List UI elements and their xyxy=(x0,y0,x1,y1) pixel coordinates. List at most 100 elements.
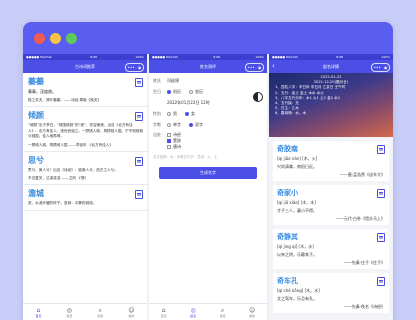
name-card[interactable]: 奇车孔 [qí chē kǒng] [木，水] 文之驾车，乐且有孔。 ——先秦·… xyxy=(273,273,389,313)
generate-name-button[interactable]: 生成名字 xyxy=(159,167,257,179)
calendar-solar-radio[interactable]: 阳历 xyxy=(167,89,181,95)
name-pinyin: [qí jìng qí] [木，水] xyxy=(277,244,314,249)
gender-row: 性别 男 女 xyxy=(153,108,263,119)
tab-mine[interactable]: ☺ 我的 xyxy=(128,307,134,318)
tab-search[interactable]: ⌕ 搜索 xyxy=(220,307,226,318)
source-label: 出处 xyxy=(153,132,161,137)
tab-discover[interactable]: ◎ 发现 xyxy=(66,307,72,318)
list-item[interactable]: 思兮 思兮，美人兮！出自《诗经》：彼美人兮，西方之人兮。 不见复关，泣涕涟涟 —… xyxy=(23,152,147,186)
checkbox-label: 唐诗 xyxy=(173,144,181,149)
carrier-label: ●●●●● WeChat xyxy=(152,55,178,59)
name-meaning: 以亲之明，乐静其子。 xyxy=(277,252,317,257)
calendar-lunar-radio[interactable]: 农历 xyxy=(189,89,203,95)
name-pinyin: [qí jiā xiǎo] [木，木] xyxy=(277,200,316,205)
radio-label: 男 xyxy=(173,110,177,116)
name-detail-screen: ●●●●● WeChat 8:08 100% ‹ 起名详情 ••• ◉ 2022… xyxy=(269,54,393,320)
tab-label: 搜索 xyxy=(219,313,226,318)
name-meaning: 才子三人，妻小不得。 xyxy=(277,208,317,213)
more-icon[interactable]: ••• xyxy=(128,64,135,71)
source-row: 出处 诗经 楚辞 唐诗 xyxy=(153,130,263,152)
tab-label: 我的 xyxy=(128,313,135,318)
close-window-button[interactable] xyxy=(34,33,45,44)
name-test-screen: ●●●●● WeChat 8:08 100% 姓名测评 ••• ◉ 姓氏 司徒锦… xyxy=(149,54,267,320)
radio-label: 双字 xyxy=(195,121,203,127)
poem-recommend-screen: ●●●●● WeChat 8:08 100% 古诗词推荐 ••• ◉ 蓁蓁 蓁蓁… xyxy=(23,54,147,320)
name-card[interactable]: 奇胶南 [qí jiāo nán] [木，火] 兴尚清尊，南阳日近。 ——唐·孟… xyxy=(273,141,389,181)
mini-program-capsule[interactable]: ••• ◉ xyxy=(371,63,390,72)
word-text: 澹，水波纡缓的样子。澹城：平静的城池。 xyxy=(28,201,97,206)
list-item[interactable]: 倾颜 “倾颜”出于李白，“倾国倾城”的“倾”，形容美貌，出自《北方有佳人》：北方… xyxy=(23,107,147,152)
tab-home[interactable]: ⌂ 首页 xyxy=(35,307,41,318)
tab-label: 起名 xyxy=(190,313,197,318)
radio-label: 单字 xyxy=(173,121,181,127)
checkbox-icon xyxy=(167,139,171,143)
close-icon[interactable]: ◉ xyxy=(258,64,262,71)
battery-label: 100% xyxy=(381,55,390,59)
time-label: 8:08 xyxy=(213,55,220,59)
word-title: 澹城 xyxy=(28,189,44,199)
list-item[interactable]: 蓁蓁 蓁蓁，茂盛貌。 桃之夭夭，其叶蓁蓁。——诗经·周南《桃夭》 xyxy=(23,73,147,107)
word-source: 一顾倾人城，再顾倾人国 ——李延年 《北方有佳人》 xyxy=(28,142,113,147)
nav-bar: 姓名测评 ••• ◉ xyxy=(149,60,267,73)
mini-program-capsule[interactable]: ••• ◉ xyxy=(125,63,144,72)
list-item[interactable]: 澹城 澹，水波纡缓的样子。澹城：平静的城池。 xyxy=(23,185,147,211)
search-icon: ⌕ xyxy=(220,306,225,314)
book-icon[interactable] xyxy=(135,78,143,87)
word-text: 思兮，美人兮！出自《诗经》：彼美人兮，西方之人兮。 xyxy=(28,167,118,172)
mini-program-capsule[interactable]: ••• ◉ xyxy=(245,63,264,72)
carrier-label: ●●●●● WeChat xyxy=(272,55,298,59)
tab-mine[interactable]: ☺ 我的 xyxy=(249,307,255,318)
close-icon[interactable]: ◉ xyxy=(138,64,142,71)
book-icon[interactable] xyxy=(377,145,385,154)
birth-row: 2022年01月22日 12时 xyxy=(153,97,263,108)
name-title: 奇静其 xyxy=(277,233,298,241)
tab-label: 首页 xyxy=(35,313,42,318)
battery-label: 100% xyxy=(135,55,144,59)
calendar-row: 生日 阳历 农历 xyxy=(153,86,263,97)
app-window: ●●●●● WeChat 8:08 100% 古诗词推荐 ••• ◉ 蓁蓁 蓁蓁… xyxy=(23,22,393,320)
user-icon: ☺ xyxy=(249,306,256,314)
back-icon[interactable]: ‹ xyxy=(272,60,275,73)
book-icon[interactable] xyxy=(377,277,385,286)
name-source: ——先秦·庄子《庄子》 xyxy=(343,260,385,265)
name-card[interactable]: 奇家小 [qí jiā xiǎo] [木，木] 才子三人，妻小不得。 ——元代·… xyxy=(273,185,389,225)
count-double-radio[interactable]: 双字 xyxy=(189,122,203,128)
book-icon[interactable] xyxy=(377,233,385,242)
tab-search[interactable]: ⌕ 搜索 xyxy=(97,307,103,318)
bazi-banner: 2022-01-22 2021-12-20(腊月廿) 1、四柱八字：辛丑年 辛丑… xyxy=(269,73,393,137)
gender-female-radio[interactable]: 女 xyxy=(185,111,195,117)
hint-text: 名字宜用：木、水等五行字，忌用：火、土 xyxy=(153,155,218,159)
close-icon[interactable]: ◉ xyxy=(384,64,388,71)
name-title: 奇家小 xyxy=(277,189,298,197)
more-icon[interactable]: ••• xyxy=(248,64,255,71)
book-icon[interactable] xyxy=(135,112,143,121)
home-icon: ⌂ xyxy=(36,306,41,314)
minimize-window-button[interactable] xyxy=(50,33,61,44)
more-icon[interactable]: ••• xyxy=(374,64,381,71)
gender-male-radio[interactable]: 男 xyxy=(167,111,177,117)
tab-label: 搜索 xyxy=(97,313,104,318)
tab-label: 发现 xyxy=(66,313,73,318)
word-text: “倾颜”出于李白，“倾国倾城”的“倾”，形容美貌，出自《北方有佳人》：北方有佳人… xyxy=(28,123,143,139)
word-subtitle: 蓁蓁，茂盛貌。 xyxy=(28,89,56,94)
book-icon[interactable] xyxy=(377,189,385,198)
book-icon[interactable] xyxy=(135,156,143,166)
tab-home[interactable]: ⌂ 首页 xyxy=(161,307,167,318)
checkbox-icon xyxy=(167,145,171,149)
word-title: 倾颜 xyxy=(28,111,44,120)
source-tangshi-checkbox[interactable]: 唐诗 xyxy=(167,144,181,150)
surname-input[interactable]: 司徒锦 xyxy=(167,78,179,84)
tab-label: 我的 xyxy=(249,313,256,318)
tab-naming[interactable]: ◎ 起名 xyxy=(190,307,196,318)
maximize-window-button[interactable] xyxy=(66,33,77,44)
time-label: 8:08 xyxy=(336,55,343,59)
name-card[interactable]: 奇静其 [qí jìng qí] [木，水] 以亲之明，乐静其子。 ——先秦·庄… xyxy=(273,229,389,269)
name-meaning: 兴尚清尊，南阳日近。 xyxy=(277,164,317,169)
birth-input[interactable]: 2022年01月22日 12时 xyxy=(167,100,210,106)
count-row: 字数 单字 双字 xyxy=(153,119,263,130)
count-single-radio[interactable]: 单字 xyxy=(167,122,181,128)
book-icon[interactable] xyxy=(135,190,143,200)
bazi-line: 6、喜用神：水、木 xyxy=(275,111,307,116)
gender-label: 性别 xyxy=(153,110,161,116)
tab-bar: ⌂ 首页 ◎ 起名 ⌕ 搜索 ☺ 我的 xyxy=(149,303,267,320)
